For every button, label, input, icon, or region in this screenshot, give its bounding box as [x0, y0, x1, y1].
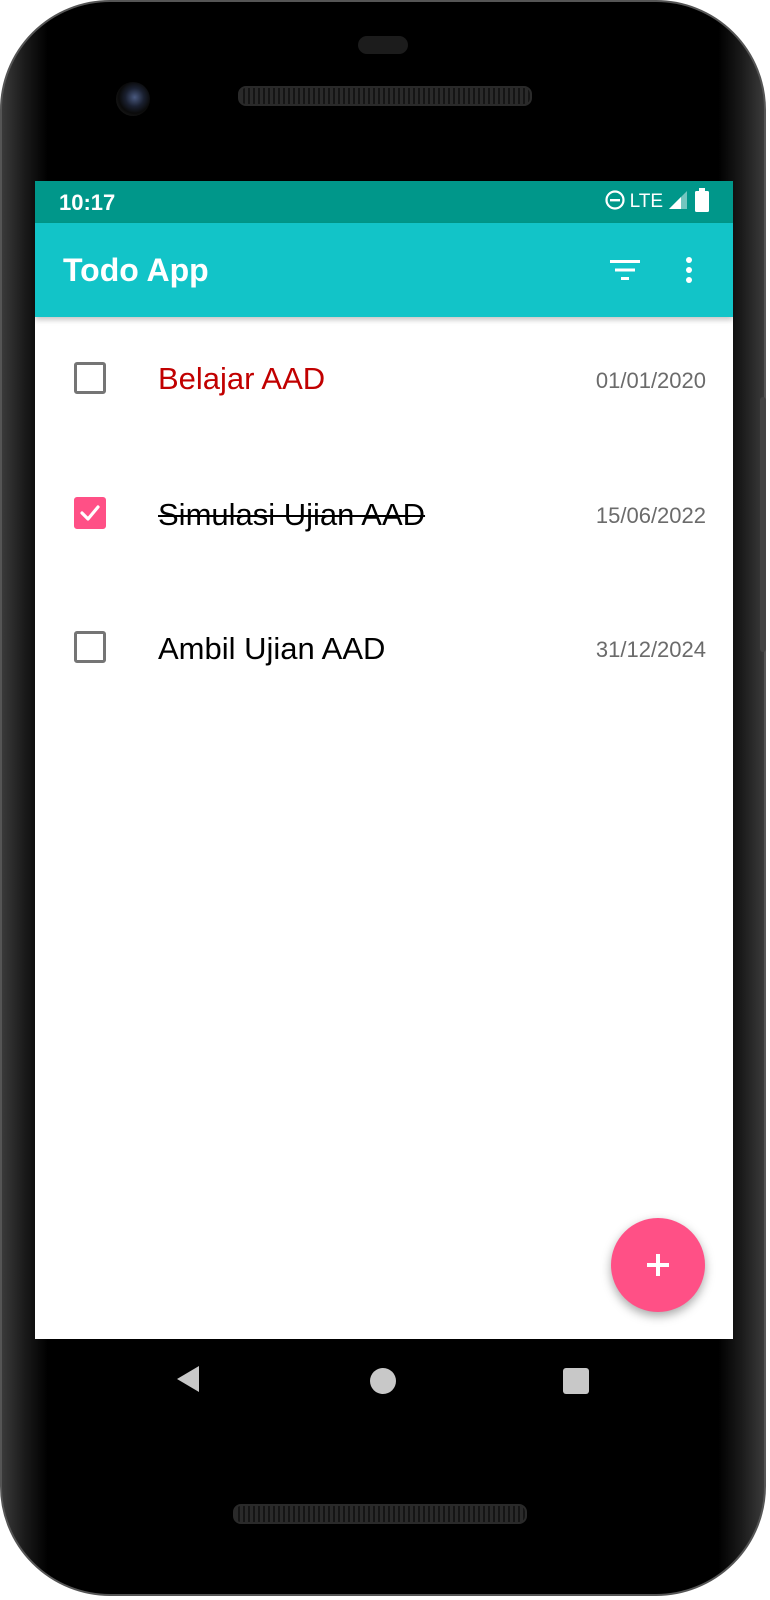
- todo-title: Simulasi Ujian AAD: [158, 497, 426, 532]
- back-button[interactable]: [175, 1364, 201, 1399]
- todo-title: Ambil Ujian AAD: [158, 631, 386, 666]
- todo-item[interactable]: Belajar AAD 01/01/2020: [35, 317, 733, 457]
- top-speaker: [238, 86, 532, 106]
- todo-date: 31/12/2024: [595, 637, 706, 662]
- filter-button[interactable]: [601, 246, 649, 294]
- earpiece: [358, 36, 408, 54]
- todo-list: Belajar AAD 01/01/2020 Simulasi Ujian AA…: [35, 317, 733, 729]
- add-icon: [647, 1254, 669, 1276]
- app-title: Todo App: [63, 252, 209, 288]
- todo-date: 15/06/2022: [595, 503, 706, 528]
- todo-item[interactable]: Ambil Ujian AAD 31/12/2024: [35, 593, 733, 729]
- app-bar: Todo App: [35, 223, 733, 317]
- status-time: 10:17: [59, 190, 116, 215]
- todo-checkbox[interactable]: [74, 631, 106, 663]
- do-not-disturb-icon: [604, 189, 626, 216]
- home-button[interactable]: [370, 1368, 396, 1394]
- screen: 10:17 LTE Todo App Belajar AAD 01/01/202…: [35, 181, 733, 1339]
- bottom-speaker: [233, 1504, 527, 1524]
- add-todo-button[interactable]: [611, 1218, 705, 1312]
- more-vert-icon: [686, 257, 692, 283]
- todo-date: 01/01/2020: [595, 368, 706, 393]
- filter-icon: [610, 260, 640, 280]
- battery-icon: [693, 187, 711, 217]
- todo-item[interactable]: Simulasi Ujian AAD 15/06/2022: [35, 457, 733, 593]
- front-camera: [116, 82, 150, 116]
- more-options-button[interactable]: [665, 246, 713, 294]
- recents-button[interactable]: [563, 1368, 589, 1394]
- todo-title: Belajar AAD: [158, 361, 326, 396]
- todo-checkbox[interactable]: [74, 362, 106, 394]
- phone-frame: 10:17 LTE Todo App Belajar AAD 01/01/202…: [0, 0, 766, 1596]
- volume-button: [760, 432, 766, 652]
- power-button: [760, 397, 766, 437]
- back-icon: [177, 1366, 199, 1392]
- check-icon: [80, 505, 100, 521]
- status-icons: LTE: [604, 187, 711, 217]
- status-bar: 10:17 LTE: [35, 181, 733, 223]
- todo-checkbox[interactable]: [74, 497, 106, 529]
- network-label: LTE: [629, 191, 663, 212]
- signal-icon: [667, 189, 689, 216]
